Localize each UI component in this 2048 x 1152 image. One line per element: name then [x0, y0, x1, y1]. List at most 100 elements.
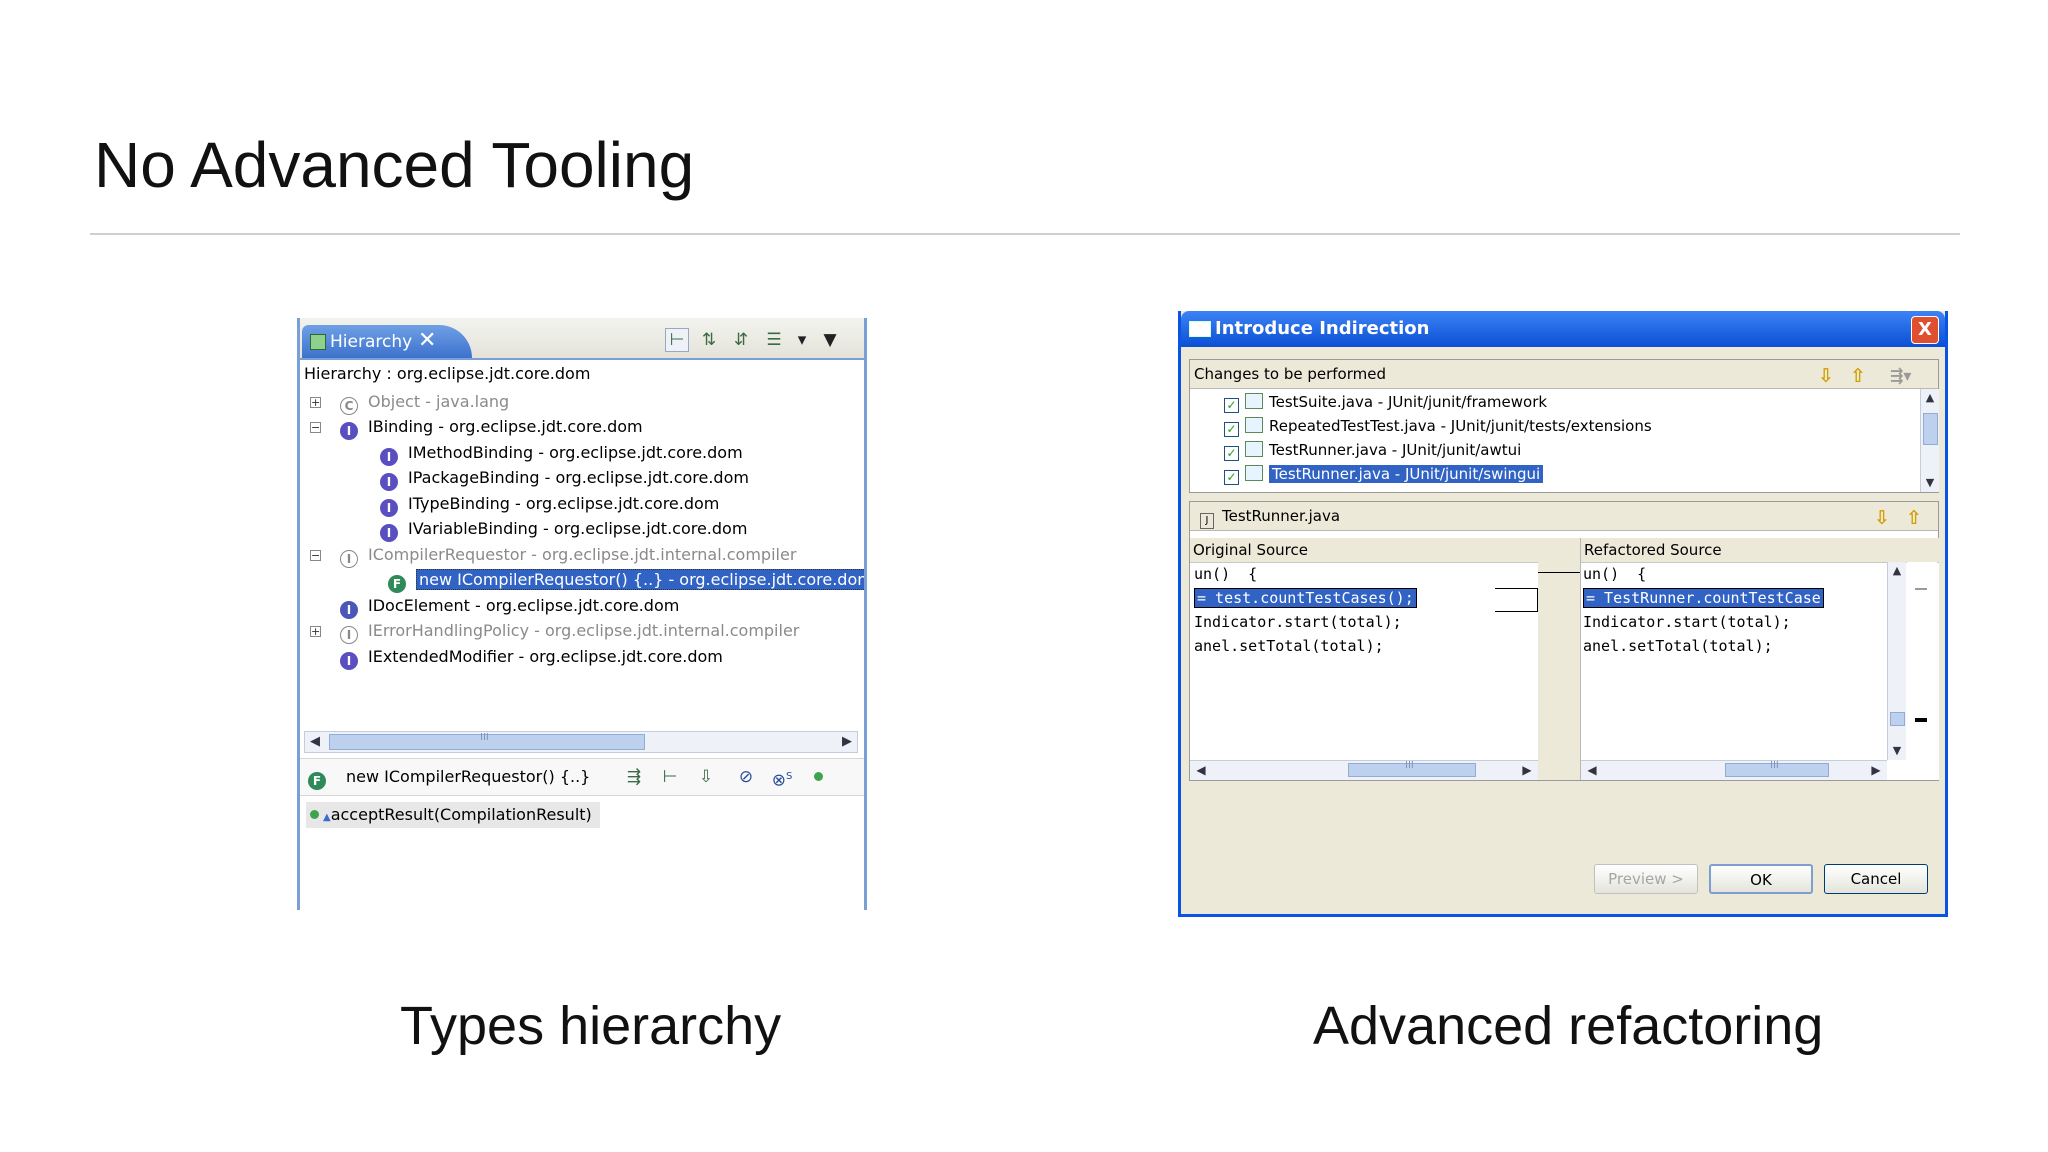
- scroll-up-icon[interactable]: ▲: [1921, 389, 1939, 407]
- tree-item[interactable]: I IDocElement - org.eclipse.jdt.core.dom: [340, 594, 680, 619]
- ruler-marker: [1915, 588, 1927, 590]
- tree-item[interactable]: I IMethodBinding - org.eclipse.jdt.core.d…: [380, 441, 743, 466]
- checkbox[interactable]: ✓: [1224, 470, 1239, 485]
- next-difference-icon[interactable]: ⇩: [1874, 504, 1890, 532]
- hide-fields-icon[interactable]: ⊘: [734, 765, 758, 789]
- tree-item-label: new ICompilerRequestor() {..} - org.ecli…: [416, 569, 864, 590]
- tree-item[interactable]: I ICompilerRequestor - org.eclipse.jdt.in…: [340, 543, 797, 568]
- title-divider: [90, 233, 1960, 235]
- tree-item-label: Object - java.lang: [368, 392, 510, 411]
- scroll-left-icon[interactable]: ◀: [1583, 761, 1601, 779]
- original-horizontal-scrollbar[interactable]: ◀ III ▶: [1190, 760, 1538, 780]
- close-icon[interactable]: ✕: [418, 328, 436, 353]
- hide-static-icon[interactable]: ⊗S: [770, 765, 794, 791]
- original-code-line-changed: = test.countTestCases();: [1194, 586, 1417, 610]
- scroll-right-icon[interactable]: ▶: [1867, 761, 1885, 779]
- tree-item[interactable]: I IExtendedModifier - org.eclipse.jdt.cor…: [340, 645, 723, 670]
- hierarchy-tab[interactable]: Hierarchy ✕: [302, 325, 472, 358]
- scroll-thumb[interactable]: [1923, 413, 1938, 445]
- scroll-down-icon[interactable]: ▼: [1921, 474, 1939, 492]
- scroll-up-icon[interactable]: ▲: [1888, 562, 1906, 580]
- refactored-horizontal-scrollbar[interactable]: ◀ III ▶: [1581, 760, 1887, 780]
- slide-title: No Advanced Tooling: [94, 129, 695, 201]
- change-item[interactable]: ✓ TestSuite.java - JUnit/junit/framework: [1224, 390, 1547, 414]
- view-menu-icon[interactable]: ▼: [818, 328, 842, 352]
- refactored-vertical-scrollbar[interactable]: ▲ ▼: [1887, 562, 1906, 760]
- tree-item[interactable]: I IBinding - org.eclipse.jdt.core.dom: [340, 415, 643, 440]
- tree-item-label: IExtendedModifier - org.eclipse.jdt.core…: [368, 647, 723, 666]
- scroll-thumb[interactable]: [1890, 712, 1905, 726]
- show-inherited-icon[interactable]: ⊢: [658, 765, 682, 789]
- hide-non-public-icon[interactable]: [806, 765, 830, 789]
- type-hierarchy-icon[interactable]: ⊢: [665, 328, 689, 352]
- anonymous-class-icon: F: [308, 767, 336, 790]
- checkbox[interactable]: ✓: [1224, 422, 1239, 437]
- method-icon: [310, 810, 319, 819]
- member-list-item[interactable]: ▲acceptResult(CompilationResult): [306, 802, 600, 828]
- history-dropdown-icon[interactable]: ▾: [790, 328, 814, 352]
- compare-header: J TestRunner.java ⇩ ⇧: [1190, 502, 1938, 531]
- scroll-right-icon[interactable]: ▶: [837, 732, 857, 752]
- scroll-thumb-grip: III: [1405, 760, 1414, 771]
- scroll-thumb-grip: III: [480, 732, 489, 743]
- changes-panel: Changes to be performed ⇩ ⇧ ⇶▾ ✓ TestSuit…: [1189, 359, 1939, 493]
- dialog-titlebar[interactable]: Introduce Indirection X: [1181, 311, 1945, 347]
- change-item[interactable]: ✓ TestRunner.java - JUnit/junit/awtui: [1224, 438, 1521, 462]
- next-change-icon[interactable]: ⇩: [1818, 362, 1834, 390]
- tree-item[interactable]: I ITypeBinding - org.eclipse.jdt.core.dom: [380, 492, 720, 517]
- horizontal-scrollbar[interactable]: ◀ III ▶: [304, 731, 858, 753]
- tree-item-label: ITypeBinding - org.eclipse.jdt.core.dom: [408, 494, 720, 513]
- cancel-button[interactable]: Cancel: [1824, 864, 1928, 894]
- original-code-line: anel.setTotal(total);: [1194, 637, 1384, 655]
- expand-icon[interactable]: +: [310, 397, 321, 408]
- scroll-left-icon[interactable]: ◀: [1192, 761, 1210, 779]
- expand-icon[interactable]: +: [310, 626, 321, 637]
- change-item[interactable]: ✓ RepeatedTestTest.java - JUnit/junit/tes…: [1224, 414, 1652, 438]
- preview-button[interactable]: Preview >: [1594, 864, 1698, 894]
- tree-item-label: IDocElement - org.eclipse.jdt.core.dom: [368, 596, 680, 615]
- checkbox[interactable]: ✓: [1224, 446, 1239, 461]
- scroll-left-icon[interactable]: ◀: [305, 732, 325, 752]
- close-button[interactable]: X: [1911, 316, 1939, 344]
- filter-icon[interactable]: ⇶▾: [1890, 362, 1911, 390]
- interface-icon: I: [340, 550, 358, 568]
- interface-icon: I: [340, 652, 358, 670]
- tree-item-selected[interactable]: Fnew ICompilerRequestor() {..} - org.ecl…: [388, 568, 864, 593]
- change-label: TestSuite.java - JUnit/junit/framework: [1269, 393, 1548, 411]
- scroll-down-icon[interactable]: ▼: [1888, 742, 1906, 760]
- tree-item-label: IVariableBinding - org.eclipse.jdt.core.…: [408, 519, 748, 538]
- original-source-header: Original Source: [1190, 538, 1538, 563]
- tree-item[interactable]: I IVariableBinding - org.eclipse.jdt.core…: [380, 517, 748, 542]
- scroll-right-icon[interactable]: ▶: [1518, 761, 1536, 779]
- hierarchy-tab-bar: Hierarchy ✕ ⊢ ⇅ ⇵ ☰ ▾ ▼: [300, 318, 864, 360]
- diff-gutter: [1538, 538, 1580, 780]
- sort-members-icon[interactable]: ⇩: [694, 765, 718, 789]
- previous-difference-icon[interactable]: ⇧: [1906, 504, 1922, 532]
- scroll-thumb[interactable]: III: [329, 732, 645, 750]
- scroll-thumb[interactable]: III: [1725, 760, 1829, 777]
- supertype-hierarchy-icon[interactable]: ⇅: [697, 328, 721, 352]
- history-list-icon[interactable]: ☰: [762, 328, 786, 352]
- tree-item[interactable]: C Object - java.lang: [340, 390, 510, 415]
- subtype-hierarchy-icon[interactable]: ⇵: [729, 328, 753, 352]
- tree-item-label: ICompilerRequestor - org.eclipse.jdt.int…: [368, 545, 797, 564]
- tree-item[interactable]: I IPackageBinding - org.eclipse.jdt.core.…: [380, 466, 749, 491]
- collapse-icon[interactable]: −: [310, 550, 321, 561]
- scroll-thumb[interactable]: III: [1348, 760, 1476, 777]
- window-icon: [1189, 321, 1211, 337]
- checkbox[interactable]: ✓: [1224, 398, 1239, 413]
- change-label: TestRunner.java - JUnit/junit/swingui: [1269, 465, 1544, 483]
- change-item-selected[interactable]: ✓ TestRunner.java - JUnit/junit/swingui: [1224, 462, 1544, 486]
- collapse-icon[interactable]: −: [310, 422, 321, 433]
- lock-view-icon[interactable]: ⇶: [622, 765, 646, 789]
- dialog-title: Introduce Indirection: [1215, 318, 1430, 339]
- changes-vertical-scrollbar[interactable]: ▲ ▼: [1920, 389, 1939, 492]
- member-type-label: new ICompilerRequestor() {..}: [346, 767, 591, 786]
- tree-item-label: IPackageBinding - org.eclipse.jdt.core.d…: [408, 468, 749, 487]
- original-code-line: un() {: [1194, 565, 1258, 583]
- tree-item[interactable]: I IErrorHandlingPolicy - org.eclipse.jdt.…: [340, 619, 799, 644]
- change-label: TestRunner.java - JUnit/junit/awtui: [1269, 441, 1522, 459]
- previous-change-icon[interactable]: ⇧: [1850, 362, 1866, 390]
- compare-panel: J TestRunner.java ⇩ ⇧ Original Source un(…: [1189, 501, 1939, 781]
- ok-button[interactable]: OK: [1709, 864, 1813, 894]
